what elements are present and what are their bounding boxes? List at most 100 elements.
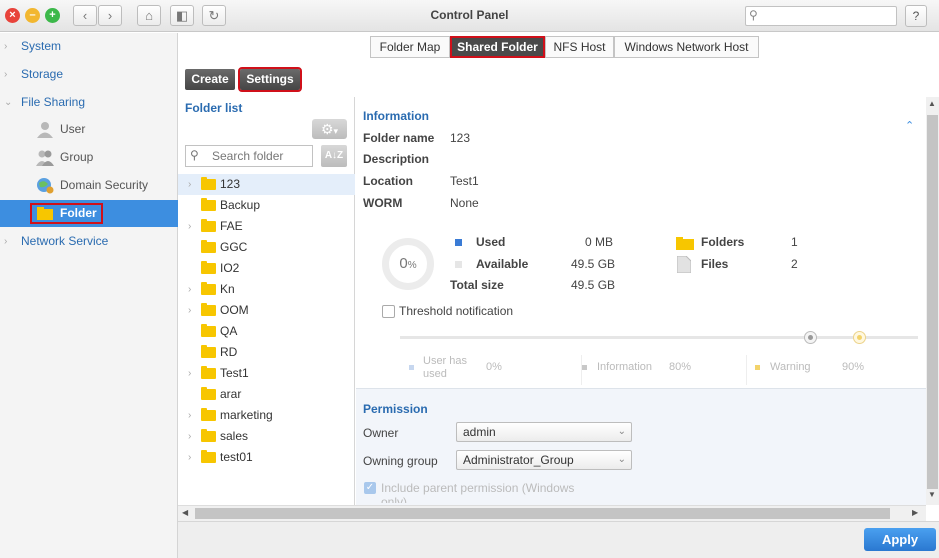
chevron-right-icon[interactable]: ›: [188, 405, 191, 426]
help-icon[interactable]: ?: [905, 5, 927, 27]
sidebar-item-system[interactable]: › System: [0, 33, 178, 60]
available-swatch: [455, 261, 462, 268]
description-label: Description: [363, 152, 430, 166]
search-folder-input[interactable]: ⚲ Search folder: [185, 145, 313, 167]
threshold-label: Threshold notification: [399, 304, 514, 318]
folder-icon: [201, 366, 216, 379]
folder-name: Test1: [220, 366, 249, 380]
search-icon: ⚲: [749, 8, 758, 22]
folder-list-item[interactable]: › marketing: [178, 405, 355, 426]
folder-list-item[interactable]: › test01: [178, 447, 355, 468]
folder-list-item[interactable]: › OOM: [178, 300, 355, 321]
chevron-down-icon: ▾: [333, 126, 339, 136]
scroll-down-icon[interactable]: ▼: [928, 490, 936, 499]
folder-name: RD: [220, 345, 238, 359]
folder-list-item[interactable]: IO2: [178, 258, 355, 279]
file-icon: [676, 255, 692, 276]
tab-nfs-host[interactable]: NFS Host: [545, 36, 614, 58]
folder-list-item[interactable]: › FAE: [178, 216, 355, 237]
chevron-right-icon[interactable]: ›: [188, 363, 191, 384]
apply-button[interactable]: Apply: [864, 528, 936, 551]
sort-button[interactable]: A↓Z: [321, 145, 347, 167]
create-button[interactable]: Create: [185, 69, 235, 90]
tab-folder-map[interactable]: Folder Map: [370, 36, 450, 58]
scrollbar-thumb[interactable]: [927, 115, 938, 489]
threshold-checkbox[interactable]: [382, 305, 395, 318]
legend-info-label: Information: [597, 361, 653, 373]
folder-list-item[interactable]: › sales: [178, 426, 355, 447]
folder-list-item[interactable]: GGC: [178, 237, 355, 258]
folder-name: sales: [220, 429, 249, 443]
vertical-scrollbar[interactable]: ▲ ▼: [926, 97, 939, 505]
chevron-right-icon[interactable]: ›: [188, 426, 191, 447]
chevron-right-icon[interactable]: ›: [188, 300, 191, 321]
sidebar-item-storage[interactable]: › Storage: [0, 61, 178, 88]
horizontal-scrollbar[interactable]: ◀ ▶: [178, 505, 926, 521]
warning-swatch: [755, 365, 760, 370]
chevron-right-icon[interactable]: ›: [188, 447, 191, 468]
available-label: Available: [476, 257, 529, 271]
scrollbar-thumb[interactable]: [195, 508, 890, 519]
owning-group-select[interactable]: Administrator_Group ⌄: [456, 450, 632, 470]
sidebar-item-file-sharing[interactable]: ⌄ File Sharing: [0, 89, 178, 116]
folder-list-item[interactable]: RD: [178, 342, 355, 363]
sidebar-item-folder[interactable]: Folder: [0, 200, 178, 227]
permission-section: Permission Owner admin ⌄ Owning group Ad…: [356, 388, 926, 505]
tab-shared-folder[interactable]: Shared Folder: [450, 36, 545, 58]
folder-name: test01: [220, 450, 253, 464]
footer-bar: [178, 521, 939, 558]
search-input[interactable]: ⚲: [745, 6, 897, 26]
tab-windows-network-host[interactable]: Windows Network Host: [614, 36, 759, 58]
gear-menu-button[interactable]: ⚙▾: [312, 119, 347, 139]
scroll-up-icon[interactable]: ▲: [928, 99, 936, 108]
folder-icon: [201, 198, 216, 211]
folder-icon: [201, 450, 216, 463]
folder-list-item[interactable]: › Kn: [178, 279, 355, 300]
available-value: 49.5 GB: [571, 257, 616, 271]
owning-group-label: Owning group: [363, 454, 438, 468]
folder-icon: [201, 219, 216, 232]
files-label: Files: [701, 257, 729, 271]
sidebar: › System › Storage ⌄ File Sharing User G…: [0, 33, 178, 558]
chevron-right-icon[interactable]: ›: [188, 279, 191, 300]
chevron-right-icon: ›: [4, 41, 8, 52]
owner-select[interactable]: admin ⌄: [456, 422, 632, 442]
scroll-right-icon[interactable]: ▶: [912, 508, 918, 517]
location-label: Location: [363, 174, 413, 188]
settings-button[interactable]: Settings: [238, 67, 302, 92]
total-size-label: Total size: [450, 278, 504, 292]
gear-icon: ⚙: [320, 121, 334, 137]
total-size-value: 49.5 GB: [571, 278, 616, 292]
folder-icon: [201, 429, 216, 442]
include-parent-checkbox[interactable]: ✓: [364, 482, 376, 494]
folder-icon: [201, 240, 216, 253]
folder-name: marketing: [220, 408, 273, 422]
sidebar-item-user[interactable]: User: [0, 116, 178, 143]
folder-list-item[interactable]: › Test1: [178, 363, 355, 384]
folder-name: IO2: [220, 261, 240, 275]
folders-label: Folders: [701, 235, 745, 249]
folder-icon: [676, 236, 694, 253]
warning-slider-handle[interactable]: [853, 331, 866, 344]
folder-list-item[interactable]: arar: [178, 384, 355, 405]
usage-donut: 0%: [382, 238, 434, 290]
information-swatch: [582, 365, 587, 370]
collapse-icon[interactable]: ⌃: [905, 119, 914, 132]
sidebar-item-network-service[interactable]: › Network Service: [0, 228, 178, 255]
chevron-down-icon: ⌄: [617, 454, 626, 465]
folder-list-item[interactable]: › 123: [178, 174, 355, 195]
sidebar-item-group[interactable]: Group: [0, 144, 178, 171]
information-slider-handle[interactable]: [804, 331, 817, 344]
folder-list-item[interactable]: QA: [178, 321, 355, 342]
sidebar-item-domain-security[interactable]: Domain Security: [0, 172, 178, 199]
legend-warn-value: 90%: [842, 361, 865, 373]
chevron-right-icon[interactable]: ›: [188, 216, 191, 237]
scroll-left-icon[interactable]: ◀: [182, 508, 188, 517]
legend-info-value: 80%: [669, 361, 692, 373]
folders-value: 1: [791, 235, 798, 249]
folder-icon: [36, 205, 54, 222]
chevron-down-icon: ⌄: [4, 97, 13, 108]
chevron-right-icon[interactable]: ›: [188, 174, 191, 195]
folder-name: FAE: [220, 219, 243, 233]
folder-list-item[interactable]: Backup: [178, 195, 355, 216]
